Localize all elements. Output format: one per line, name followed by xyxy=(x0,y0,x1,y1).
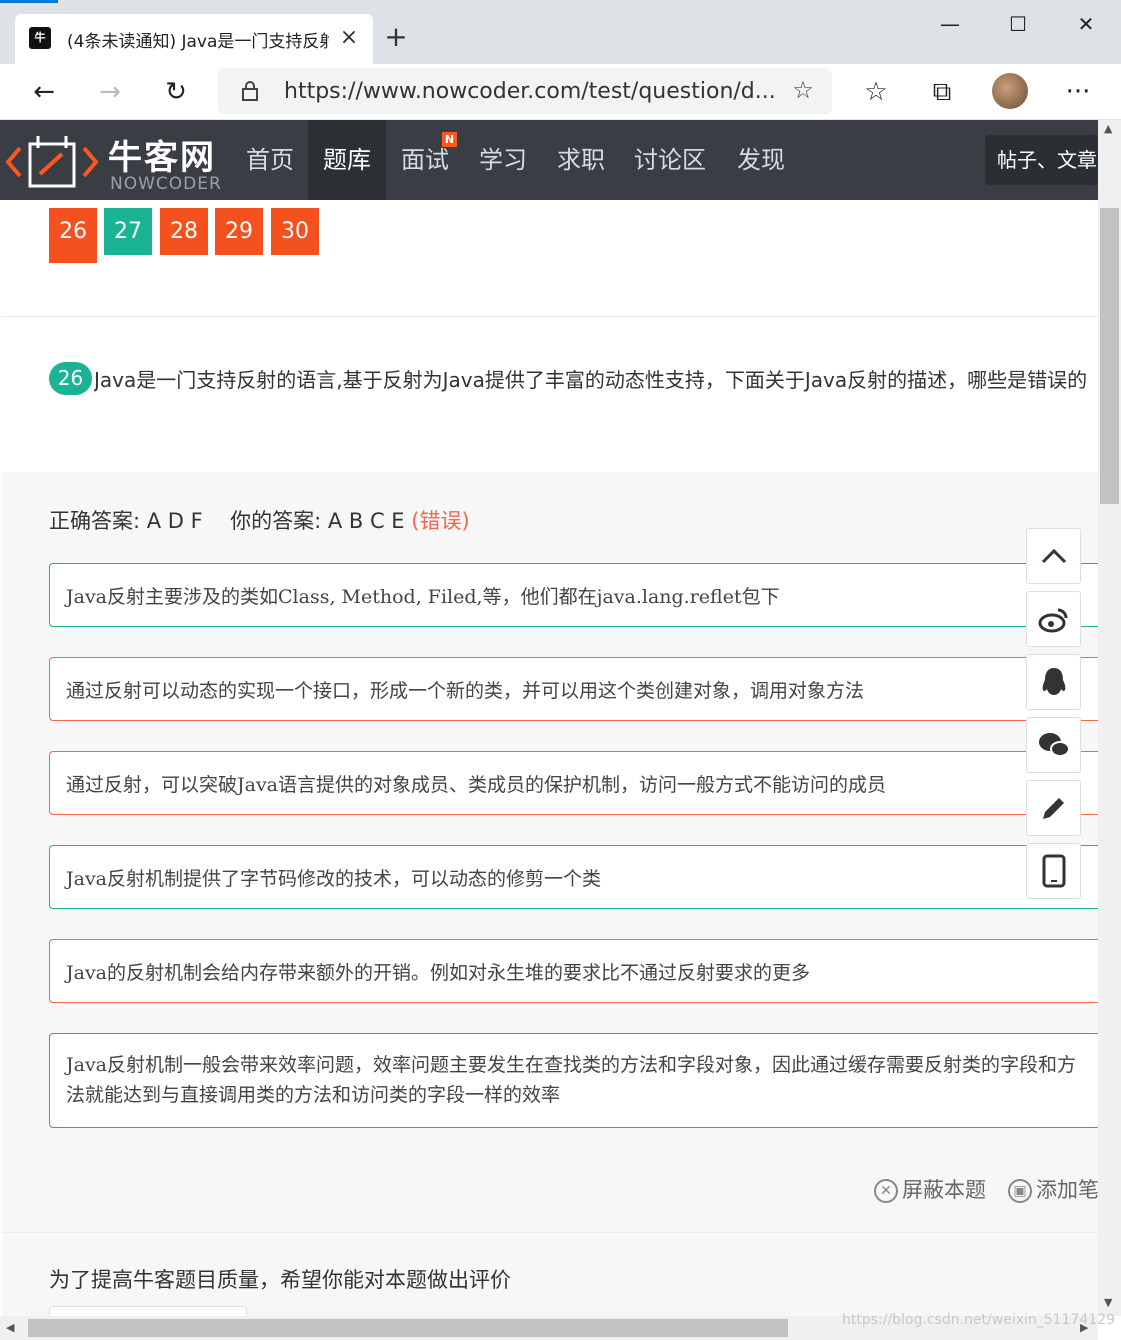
correct-answer: 正确答案: A D F xyxy=(49,509,203,533)
share-qq-button[interactable] xyxy=(1026,654,1081,710)
watermark: https://blog.csdn.net/weixin_51174129 xyxy=(842,1312,1116,1328)
answer-verdict: (错误) xyxy=(411,509,470,533)
add-note-button[interactable]: ▣添加笔记 xyxy=(1008,1174,1098,1204)
wechat-icon xyxy=(1038,733,1070,757)
logo-text-en[interactable]: NOWCODER xyxy=(110,174,222,194)
nowcoder-logo-icon[interactable] xyxy=(4,130,100,192)
tab-title: (4条未读通知) Java是一门支持反射的语言 xyxy=(67,32,329,51)
weibo-icon xyxy=(1038,608,1067,633)
new-tab-button[interactable]: + xyxy=(382,22,410,54)
page-content: 26 27 28 29 30 26 Java是一门支持反射的语言,基于反射为Ja… xyxy=(0,200,1098,1316)
favorites-icon[interactable]: ☆ xyxy=(858,74,894,110)
option-c[interactable]: 通过反射，可以突破Java语言提供的对象成员、类成员的保护机制，访问一般方式不能… xyxy=(49,751,1098,815)
option-b[interactable]: 通过反射可以动态的实现一个接口，形成一个新的类，并可以用这个类创建对象，调用对象… xyxy=(49,657,1098,721)
block-question-button[interactable]: ✕ 屏蔽本题 xyxy=(874,1174,986,1204)
vertical-scrollbar[interactable]: ▲ ▼ xyxy=(1098,120,1121,1316)
new-badge: N xyxy=(442,132,457,147)
site-nav-bar: 牛客网 NOWCODER 首页 题库 面试 N 学习 求职 讨论区 发现 帖子、… xyxy=(0,120,1098,200)
forward-button[interactable]: → xyxy=(92,74,128,110)
question-nav-item[interactable]: 29 xyxy=(215,208,263,255)
share-weibo-button[interactable] xyxy=(1026,591,1081,647)
nav-discover[interactable]: 发现 xyxy=(720,120,802,200)
more-menu-icon[interactable]: ··· xyxy=(1060,74,1096,110)
rating-prompt: 为了提高牛客题目质量，希望你能对本题做出评价 xyxy=(49,1268,511,1292)
nav-home[interactable]: 首页 xyxy=(232,120,308,200)
back-to-top-button[interactable] xyxy=(1026,528,1081,584)
site-search-input[interactable]: 帖子、文章 xyxy=(985,135,1098,185)
mobile-view-button[interactable] xyxy=(1026,843,1081,899)
qq-icon xyxy=(1042,668,1065,695)
close-window-button[interactable]: ✕ xyxy=(1066,8,1106,40)
reload-button[interactable]: ↻ xyxy=(158,74,194,110)
option-a[interactable]: Java反射主要涉及的类如Class, Method, Filed,等，他们都在… xyxy=(49,563,1098,627)
option-d[interactable]: Java反射机制提供了字节码修改的技术，可以动态的修剪一个类 xyxy=(49,845,1098,909)
option-e[interactable]: Java的反射机制会给内存带来额外的开销。例如对永生堆的要求比不通过反射要求的更… xyxy=(49,939,1098,1003)
browser-tab-strip: 牛 (4条未读通知) Java是一门支持反射的语言 × + — ☐ ✕ xyxy=(0,0,1121,64)
browser-tab[interactable]: 牛 (4条未读通知) Java是一门支持反射的语言 × xyxy=(15,14,373,64)
nav-discussion[interactable]: 讨论区 xyxy=(620,120,720,200)
question-number-badge: 26 xyxy=(49,362,92,395)
nav-jobs[interactable]: 求职 xyxy=(542,120,620,200)
answer-summary: 正确答案: A D F 你的答案: A B C E (错误) xyxy=(49,505,470,535)
question-nav-item[interactable]: 28 xyxy=(160,208,208,255)
nowcoder-favicon-icon: 牛 xyxy=(29,27,51,49)
question-text: Java是一门支持反射的语言,基于反射为Java提供了丰富的动态性支持，下面关于… xyxy=(94,368,1088,392)
address-bar[interactable]: https://www.nowcoder.com/test/question/d… xyxy=(218,68,832,114)
chevron-up-icon xyxy=(1041,548,1066,564)
collections-icon[interactable]: ⧉ xyxy=(924,74,960,110)
browser-toolbar: ← → ↻ https://www.nowcoder.com/test/ques… xyxy=(0,64,1121,120)
scroll-down-icon[interactable]: ▼ xyxy=(1104,1296,1112,1309)
close-circle-icon: ✕ xyxy=(874,1179,898,1203)
vertical-scroll-thumb[interactable] xyxy=(1100,208,1119,504)
edit-note-button[interactable] xyxy=(1026,780,1081,836)
share-wechat-button[interactable] xyxy=(1026,717,1081,773)
mobile-phone-icon xyxy=(1042,854,1065,888)
scroll-up-icon[interactable]: ▲ xyxy=(1104,122,1112,135)
question-nav-item[interactable]: 26 xyxy=(49,208,97,263)
lock-icon xyxy=(242,81,258,101)
question-nav-item[interactable]: 27 xyxy=(104,208,152,255)
nav-learn[interactable]: 学习 xyxy=(464,120,542,200)
add-favorite-icon[interactable]: ☆ xyxy=(788,76,818,104)
active-window-accent xyxy=(0,0,58,3)
horizontal-scroll-thumb[interactable] xyxy=(28,1319,788,1337)
pencil-icon xyxy=(1042,798,1064,819)
tab-close-icon[interactable]: × xyxy=(337,24,361,52)
scroll-left-icon[interactable]: ◀ xyxy=(6,1321,14,1334)
question-nav-item[interactable]: 30 xyxy=(271,208,319,255)
rating-buttons[interactable] xyxy=(49,1306,247,1316)
your-answer: 你的答案: A B C E xyxy=(230,509,405,533)
nav-question-bank[interactable]: 题库 xyxy=(308,120,386,200)
back-button[interactable]: ← xyxy=(26,74,62,110)
section-divider xyxy=(2,316,1098,317)
option-f[interactable]: Java反射机制一般会带来效率问题，效率问题主要发生在查找类的方法和字段对象，因… xyxy=(49,1033,1098,1128)
maximize-button[interactable]: ☐ xyxy=(998,8,1038,40)
url-text[interactable]: https://www.nowcoder.com/test/question/d… xyxy=(284,79,774,104)
block-question-label: 屏蔽本题 xyxy=(902,1178,986,1202)
notebook-icon: ▣ xyxy=(1008,1179,1032,1203)
section-divider xyxy=(2,1232,1098,1233)
profile-avatar[interactable] xyxy=(992,73,1028,109)
add-note-label: 添加笔记 xyxy=(1036,1178,1098,1202)
logo-text-cn[interactable]: 牛客网 xyxy=(108,130,216,179)
minimize-button[interactable]: — xyxy=(930,8,970,40)
